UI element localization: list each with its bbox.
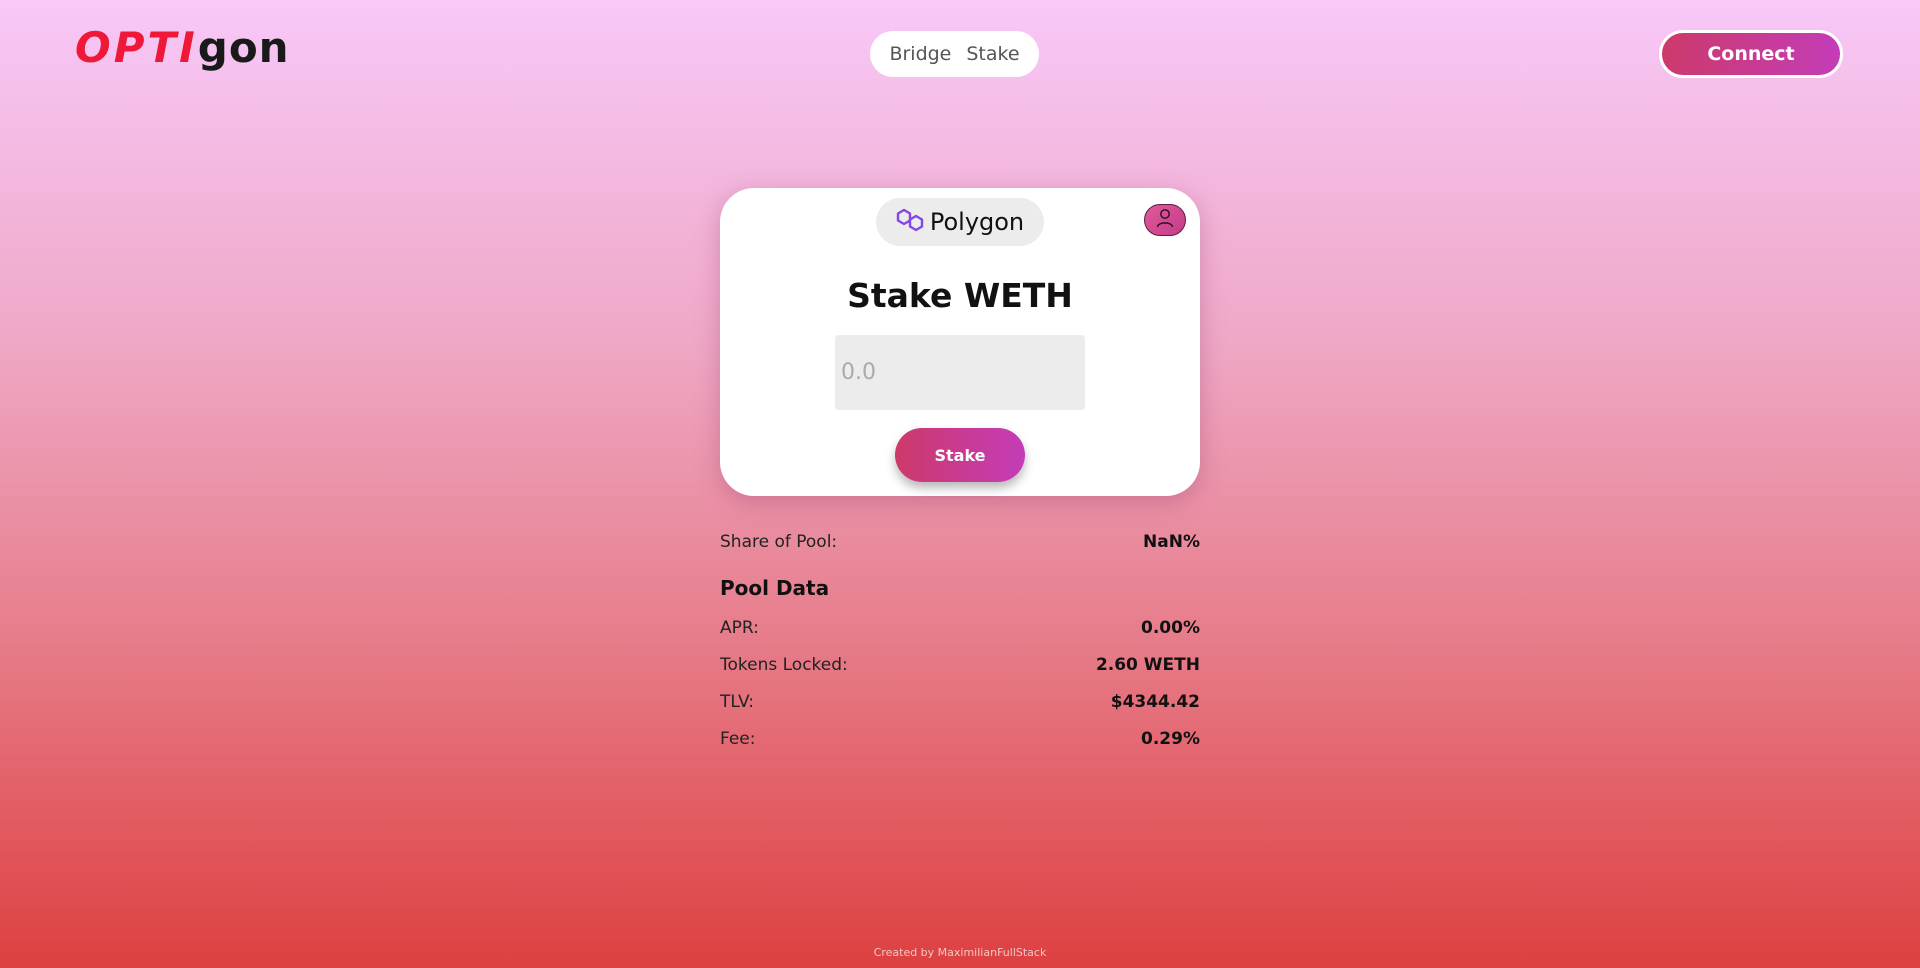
footer-credit: Created by MaximilianFullStack	[873, 946, 1047, 959]
share-row: Share of Pool: NaN%	[720, 530, 1200, 554]
network-label: Polygon	[929, 208, 1025, 236]
tokens-locked-label: Tokens Locked:	[720, 655, 848, 675]
apr-value: 0.00%	[1141, 618, 1200, 638]
app-logo[interactable]: OPTIgon	[75, 22, 290, 74]
pool-info: Share of Pool: NaN% Pool Data APR: 0.00%…	[720, 530, 1200, 751]
share-label: Share of Pool:	[720, 532, 838, 552]
apr-row: APR: 0.00%	[720, 616, 1200, 640]
fee-value: 0.29%	[1141, 729, 1200, 749]
tokens-locked-row: Tokens Locked: 2.60 WETH	[720, 653, 1200, 677]
account-button[interactable]	[1144, 204, 1186, 236]
nav-stake-link[interactable]: Stake	[966, 43, 1019, 65]
stake-button[interactable]: Stake	[895, 428, 1025, 482]
network-selector[interactable]: Polygon	[876, 198, 1044, 246]
logo-gon: gon	[197, 23, 290, 72]
tlv-value: $4344.42	[1110, 692, 1200, 712]
stake-amount-input[interactable]	[835, 335, 1085, 410]
apr-label: APR:	[720, 618, 759, 638]
share-value: NaN%	[1143, 532, 1200, 552]
fee-label: Fee:	[720, 729, 756, 749]
stake-card: Polygon Stake WETH Stake	[720, 188, 1200, 496]
stake-title: Stake WETH	[847, 276, 1073, 315]
main-nav: Bridge Stake	[870, 31, 1039, 77]
tlv-label: TLV:	[720, 692, 754, 712]
polygon-icon	[896, 207, 924, 237]
logo-opti: OPTI	[75, 23, 198, 72]
tlv-row: TLV: $4344.42	[720, 690, 1200, 714]
connect-button[interactable]: Connect	[1659, 30, 1843, 78]
tokens-locked-value: 2.60 WETH	[1095, 655, 1200, 675]
fee-row: Fee: 0.29%	[720, 727, 1200, 751]
pool-data-heading: Pool Data	[720, 576, 830, 600]
user-icon	[1156, 208, 1174, 232]
nav-bridge-link[interactable]: Bridge	[889, 43, 951, 65]
